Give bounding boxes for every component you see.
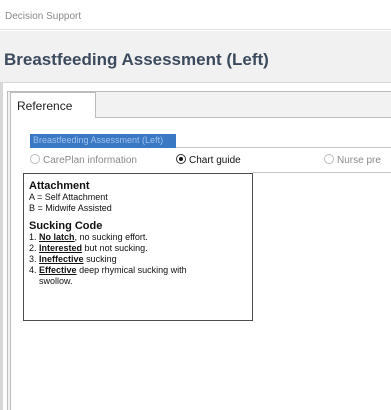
attachment-line: B = Midwife Assisted [29, 203, 112, 213]
radio-circle-icon [324, 154, 334, 164]
dropdown-underline [176, 147, 391, 148]
tab-reference[interactable]: Reference [10, 92, 96, 118]
sucking-code-item-continued: swollow. [39, 276, 73, 286]
left-border [0, 83, 3, 410]
sucking-code-item: 3. Ineffective sucking [29, 254, 117, 264]
page-title: Breastfeeding Assessment (Left) [4, 50, 269, 69]
radio-careplan-information[interactable]: CarePlan information [30, 154, 137, 168]
page-header: Breastfeeding Assessment (Left) [0, 31, 391, 83]
chart-guide-box: Attachment A = Self Attachment B = Midwi… [23, 173, 253, 321]
attachment-title: Attachment [29, 180, 90, 192]
radio-label: Nurse pre [337, 155, 381, 166]
sucking-code-item: 2. Interested but not sucking. [29, 243, 148, 253]
window-title: Decision Support [5, 11, 82, 22]
radio-chart-guide[interactable]: Chart guide [176, 154, 241, 168]
assessment-dropdown[interactable]: Breastfeeding Assessment (Left) [30, 134, 176, 148]
attachment-line: A = Self Attachment [29, 192, 108, 202]
radio-label: Chart guide [189, 155, 241, 166]
title-bar: Decision Support [0, 0, 391, 30]
radio-nurse-pre[interactable]: Nurse pre [324, 154, 381, 168]
radio-selected-icon [176, 154, 186, 164]
radio-label: CarePlan information [43, 155, 137, 166]
decision-support-window: Decision Support Breastfeeding Assessmen… [0, 0, 391, 410]
radio-circle-icon [30, 154, 40, 164]
guide-divider [253, 172, 391, 173]
sucking-code-item: 1. No latch, no sucking effort. [29, 232, 148, 242]
tab-reference-label: Reference [17, 99, 73, 113]
sucking-code-title: Sucking Code [29, 220, 103, 232]
sucking-code-item: 4. Effective deep rhymical sucking with [29, 265, 187, 275]
